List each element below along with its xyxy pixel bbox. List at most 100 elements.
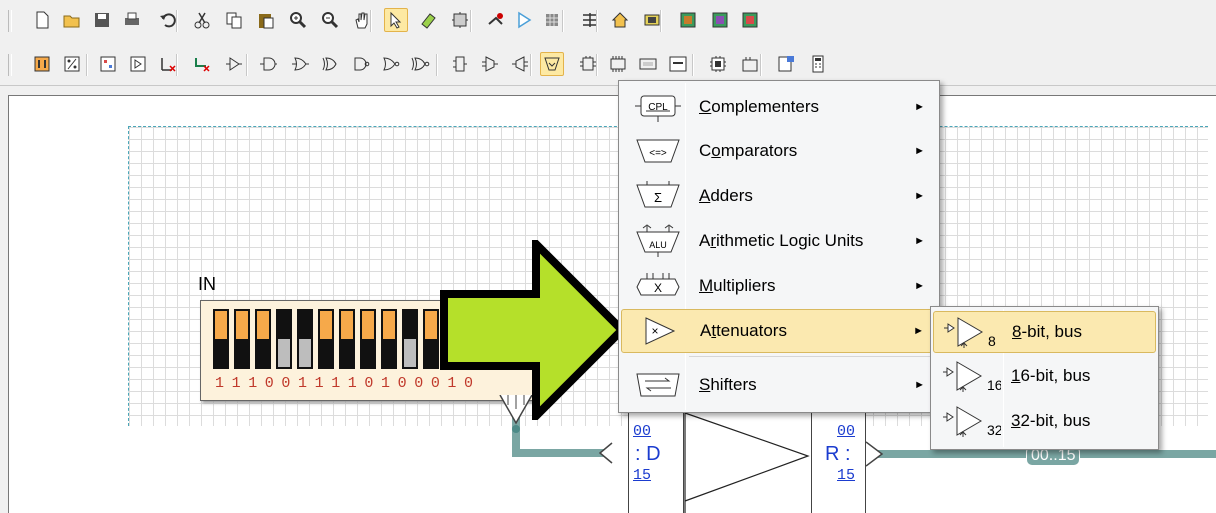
menu-item-attenuators[interactable]: × Attenuators ► (621, 309, 937, 353)
toolbar-separator (530, 54, 532, 76)
step-simulation-button[interactable] (540, 8, 564, 32)
calculator-icon (812, 55, 824, 73)
grid-icon (100, 56, 116, 72)
run-simulation-button[interactable] (512, 8, 536, 32)
counter-button[interactable] (606, 52, 630, 76)
eraser-button[interactable] (416, 8, 440, 32)
align-button[interactable] (578, 8, 602, 32)
open-folder-button[interactable] (60, 8, 84, 32)
menu-item-adders[interactable]: Σ Adders ► (621, 174, 937, 218)
grid-button[interactable] (96, 52, 120, 76)
run-simulation-icon (518, 11, 532, 29)
dip-switch-toggle[interactable] (234, 309, 250, 369)
dip-switch-toggle[interactable] (318, 309, 334, 369)
and-gate-button[interactable] (256, 52, 280, 76)
mux-button[interactable] (478, 52, 502, 76)
demux-button[interactable] (508, 52, 532, 76)
dip-switch-toggle[interactable] (255, 309, 271, 369)
switch-upper (404, 311, 416, 339)
menu-item-complementers[interactable]: CPL Complementers ► (621, 85, 937, 129)
nand-gate-button[interactable] (348, 52, 372, 76)
new-file-icon (36, 11, 49, 29)
zoom-out-button[interactable] (318, 8, 342, 32)
menu-item-shifters[interactable]: Shifters ► (621, 363, 937, 407)
percent-button[interactable] (60, 52, 84, 76)
buffer-gate-button[interactable] (222, 52, 246, 76)
switch-upper (362, 311, 374, 339)
label-accelerator: S (699, 375, 711, 394)
arithmetic-button[interactable] (540, 52, 564, 76)
switch-lower (257, 339, 269, 367)
switch-upper (383, 311, 395, 339)
display-button[interactable] (126, 52, 150, 76)
menu-item-multipliers[interactable]: X Multipliers ► (621, 264, 937, 308)
print-button[interactable] (120, 8, 144, 32)
submenu-item-8-bit-bus[interactable]: 8 8-bit, bus (933, 311, 1156, 353)
xor-gate-button[interactable] (318, 52, 342, 76)
label-accelerator: C (699, 97, 712, 116)
attenuator-component[interactable]: 00 : D 15 00 R : 15 (628, 410, 866, 513)
open-folder-icon (63, 15, 80, 28)
dip-switch-toggle[interactable] (360, 309, 376, 369)
switch-upper (257, 311, 269, 339)
green-arrow-icon (440, 240, 628, 420)
dip-switch-toggle[interactable] (276, 309, 292, 369)
paste-button[interactable] (254, 8, 278, 32)
dip-switch-toggle[interactable] (297, 309, 313, 369)
switch-upper (278, 311, 290, 339)
switch-lower (362, 339, 374, 367)
or-gate-button[interactable] (288, 52, 312, 76)
nor-gate-button[interactable] (378, 52, 402, 76)
binary-switch-button[interactable] (30, 52, 54, 76)
svg-text:<=>: <=> (649, 148, 667, 159)
percent-icon (64, 56, 80, 72)
main-toolbar (0, 0, 1216, 44)
toolbar-grip[interactable] (8, 54, 12, 76)
chip-board-button[interactable] (738, 8, 762, 32)
menu-item-comparators[interactable]: <=> Comparators ► (621, 129, 937, 173)
switch-upper (320, 311, 332, 339)
memory-button[interactable] (666, 52, 690, 76)
dip-switch-toggle[interactable] (423, 309, 439, 369)
cpu-button[interactable] (706, 52, 730, 76)
chip-icon (680, 12, 696, 28)
disconnect-button[interactable] (190, 52, 214, 76)
settings-button[interactable] (774, 52, 798, 76)
toolbar-separator (760, 54, 762, 76)
nand-gate-icon (354, 57, 370, 71)
toolbar-grip[interactable] (8, 10, 12, 32)
component-wizard-button[interactable] (448, 8, 472, 32)
select-arrow-button[interactable] (384, 8, 408, 32)
home-button[interactable] (608, 8, 632, 32)
register-button[interactable] (636, 52, 660, 76)
dip-switch-toggle[interactable] (381, 309, 397, 369)
switch-lower (383, 339, 395, 367)
label-rest: omplementers (711, 97, 819, 116)
dip-switch-toggle[interactable] (402, 309, 418, 369)
cut-button[interactable] (190, 8, 214, 32)
ground-icon (161, 58, 176, 72)
xnor-gate-button[interactable] (408, 52, 432, 76)
buffer-gate-icon (226, 57, 242, 71)
dip-switch-toggle[interactable] (213, 309, 229, 369)
port-in-bot: 15 (633, 467, 652, 484)
menu-separator (689, 356, 933, 357)
chip-alt-button[interactable] (708, 8, 732, 32)
dip-switch-toggle[interactable] (339, 309, 355, 369)
menu-item-arithmetic-logic-units[interactable]: ALU Arithmetic Logic Units ► (621, 219, 937, 263)
save-button[interactable] (90, 8, 114, 32)
decoder-button[interactable] (448, 52, 472, 76)
binary-switch-icon (34, 56, 50, 72)
wire-tool-button[interactable] (484, 8, 508, 32)
calculator-button[interactable] (806, 52, 830, 76)
submenu-item-32-bit-bus[interactable]: 32 32-bit, bus (933, 401, 1156, 443)
new-file-button[interactable] (30, 8, 54, 32)
copy-button[interactable] (222, 8, 246, 32)
chip-button[interactable] (676, 8, 700, 32)
switch-upper (425, 311, 437, 339)
terminal-button[interactable] (738, 52, 762, 76)
submenu-item-16-bit-bus[interactable]: 16 16-bit, bus (933, 356, 1156, 398)
counter-icon (610, 56, 626, 72)
or-gate-icon (292, 57, 309, 71)
zoom-in-button[interactable] (286, 8, 310, 32)
